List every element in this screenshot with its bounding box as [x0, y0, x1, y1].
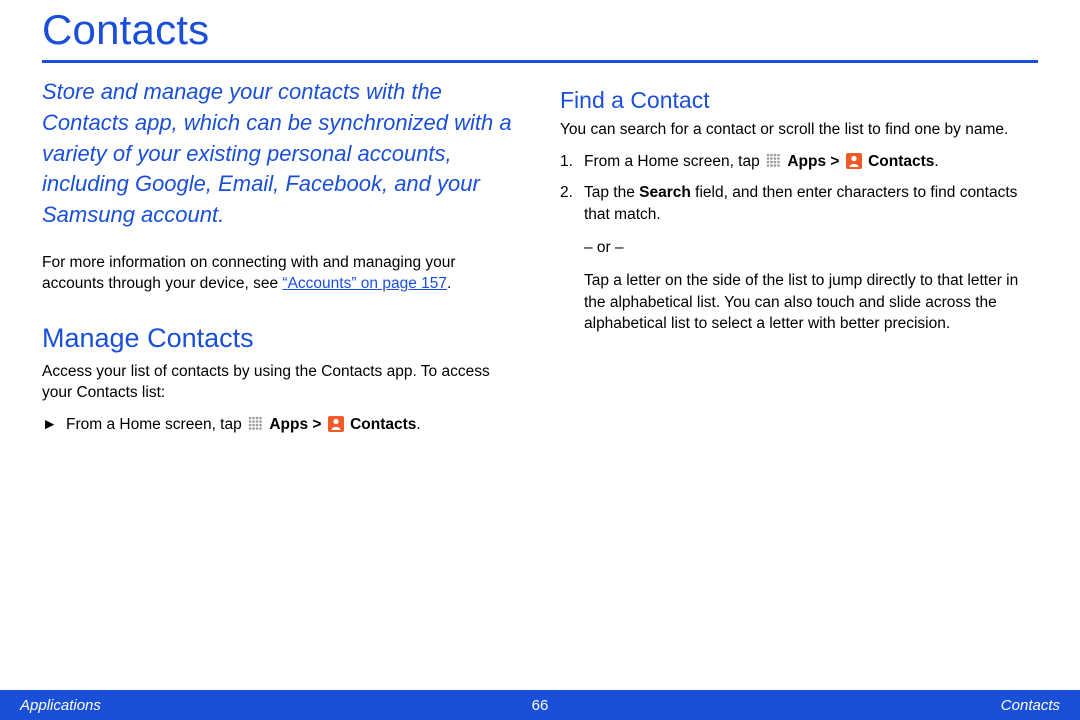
more-info-suffix: . [447, 275, 451, 292]
page-title: Contacts [42, 0, 1038, 60]
step1-pre: From a Home screen, tap [584, 153, 764, 170]
step1-number: 1. [560, 151, 573, 172]
find-step-2: 2. Tap the Search field, and then enter … [560, 182, 1038, 334]
find-step-1: 1. From a Home screen, tap Apps [560, 151, 1038, 172]
right-column: Find a Contact You can search for a cont… [560, 77, 1038, 435]
document-page: Contacts Store and manage your contacts … [0, 0, 1080, 720]
or-separator: – or – [584, 237, 1038, 258]
find-contact-intro: You can search for a contact or scroll t… [560, 120, 1038, 141]
step1-sep: > [830, 153, 843, 170]
step2-alt: Tap a letter on the side of the list to … [584, 270, 1038, 334]
find-steps-list: 1. From a Home screen, tap Apps [560, 151, 1038, 335]
page-footer: Applications 66 Contacts [0, 690, 1080, 720]
left-column: Store and manage your contacts with the … [42, 77, 520, 435]
footer-page-number: 66 [532, 697, 549, 714]
accounts-link[interactable]: “Accounts” on page 157 [282, 275, 447, 292]
footer-left: Applications [20, 697, 101, 714]
content-columns: Store and manage your contacts with the … [42, 77, 1038, 435]
apps-label: Apps [269, 416, 308, 433]
title-divider [42, 60, 1038, 63]
manage-step: ► From a Home screen, tap Apps > [42, 414, 520, 435]
step2-a: Tap the [584, 184, 639, 201]
manage-step-pre: From a Home screen, tap [66, 416, 246, 433]
more-info-paragraph: For more information on connecting with … [42, 253, 520, 295]
apps-icon [248, 416, 263, 431]
manage-contacts-intro: Access your list of contacts by using th… [42, 362, 520, 404]
footer-right: Contacts [1001, 697, 1060, 714]
contacts-label: Contacts [350, 416, 416, 433]
step1-apps: Apps [787, 153, 826, 170]
step1-suffix: . [934, 153, 938, 170]
step2-search: Search [639, 184, 691, 201]
contacts-icon [846, 153, 862, 169]
step2-number: 2. [560, 182, 573, 203]
manage-step-suffix: . [416, 416, 420, 433]
manage-contacts-heading: Manage Contacts [42, 323, 520, 354]
apps-icon [766, 153, 781, 168]
step-marker-icon: ► [42, 414, 57, 435]
find-contact-heading: Find a Contact [560, 87, 1038, 114]
intro-paragraph: Store and manage your contacts with the … [42, 77, 520, 231]
contacts-icon [328, 416, 344, 432]
sep: > [312, 416, 325, 433]
step1-contacts: Contacts [868, 153, 934, 170]
